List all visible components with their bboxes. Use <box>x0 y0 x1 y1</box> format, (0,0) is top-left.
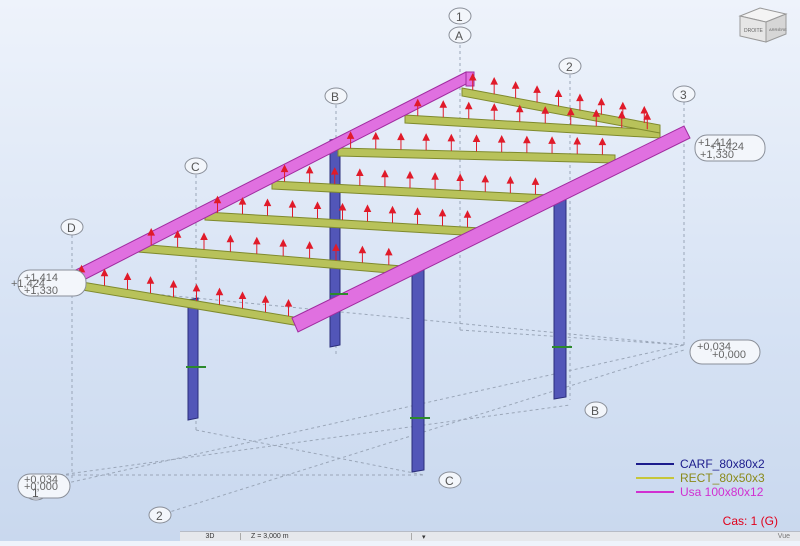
axis-label-D: D <box>67 221 76 235</box>
legend-swatch <box>636 463 674 465</box>
view-cube[interactable]: DROITE ARRIÈRE <box>736 4 790 44</box>
load-arrow-head <box>413 207 422 215</box>
load-arrow-head <box>497 135 506 143</box>
load-arrow-head <box>597 97 606 106</box>
load-arrow-head <box>472 134 481 142</box>
load-arrow-head <box>438 208 447 217</box>
load-arrow-head <box>431 172 439 180</box>
load-arrow-head <box>397 132 405 141</box>
load-arrow-head <box>388 205 397 214</box>
load-arrow-head <box>548 136 556 144</box>
legend-item: Usa 100x80x12 <box>636 485 786 499</box>
legend-item: CARF_80x80x2 <box>636 457 786 471</box>
load-arrow-head <box>279 238 288 247</box>
load-arrow-head <box>238 291 247 299</box>
axis-label-2: 2 <box>566 60 573 74</box>
load-arrow-head <box>439 100 448 108</box>
load-arrow-head <box>261 295 270 303</box>
load-arrow-head <box>533 85 541 93</box>
load-arrow-head <box>643 112 652 120</box>
axis-label-3: 3 <box>680 88 687 102</box>
load-arrow-head <box>554 89 563 97</box>
load-arrow-head <box>619 101 627 110</box>
load-arrow-head <box>422 133 430 141</box>
level-bottom-left-b: +0,000 <box>24 481 58 493</box>
load-arrow-head <box>252 236 261 245</box>
status-bar: 3D Z = 3,000 m ▾ Vue <box>180 531 800 541</box>
section-legend: CARF_80x80x2 RECT_80x50x3 Usa 100x80x12 <box>636 457 786 499</box>
load-arrow-head <box>313 201 322 210</box>
legend-item: RECT_80x50x3 <box>636 471 786 485</box>
load-arrow-head <box>617 110 626 119</box>
load-arrow-head <box>284 298 293 307</box>
axis-label-bottom-B: B <box>591 404 599 418</box>
load-arrow-head <box>464 101 473 110</box>
load-arrow-head <box>358 245 367 254</box>
load-arrow-head <box>305 241 314 249</box>
load-arrow-head <box>511 81 520 89</box>
load-arrow-head <box>146 276 155 284</box>
axis-label-bottom-C: C <box>445 474 454 488</box>
load-arrow-head <box>640 105 649 114</box>
load-arrow-head <box>305 165 314 174</box>
load-case-label: Cas: 1 (G) <box>722 514 778 528</box>
load-arrow-head <box>192 283 201 292</box>
load-arrow-head <box>490 103 499 111</box>
load-arrow-head <box>531 177 540 185</box>
load-arrow-head <box>226 234 235 243</box>
load-arrow-head <box>490 77 498 85</box>
load-arrow-head <box>576 93 584 102</box>
axis-label-C: C <box>191 160 200 174</box>
legend-swatch <box>636 477 674 479</box>
axis-label-A: A <box>455 29 463 43</box>
load-arrow-head <box>447 133 456 142</box>
chevron-down-icon[interactable]: ▾ <box>412 533 442 541</box>
load-arrow-head <box>356 168 364 176</box>
load-arrow-head <box>371 131 380 140</box>
load-arrow-head <box>463 210 472 218</box>
load-arrow-head <box>215 287 224 296</box>
load-arrow-head <box>384 247 393 256</box>
load-arrow-head <box>381 169 389 178</box>
load-arrow-head <box>288 199 297 208</box>
load-arrow-head <box>506 175 515 184</box>
load-arrow-head <box>263 198 272 207</box>
load-arrow-head <box>406 170 414 179</box>
view-mode[interactable]: 3D <box>180 533 241 540</box>
view-cube-right-label: ARRIÈRE <box>769 27 787 32</box>
level-right-mid-b: +0,000 <box>712 349 746 361</box>
load-arrow-head <box>573 136 582 145</box>
axis-label-1: 1 <box>456 10 463 24</box>
load-arrow-head <box>169 279 178 288</box>
legend-swatch <box>636 491 674 493</box>
level-left-c: +1,330 <box>24 285 58 297</box>
load-arrow-head <box>598 137 607 146</box>
axis-label-bottom-2: 2 <box>156 509 163 523</box>
legend-label: RECT_80x50x3 <box>680 471 765 485</box>
z-level[interactable]: Z = 3,000 m <box>241 533 412 540</box>
load-arrow-head <box>523 135 531 144</box>
level-right-top-c: +1,330 <box>700 149 734 161</box>
axis-label-B: B <box>331 90 339 104</box>
load-arrow-head <box>123 272 132 280</box>
load-arrow-head <box>456 173 464 182</box>
view-cube-front-label: DROITE <box>744 28 764 34</box>
load-arrow-head <box>200 232 208 240</box>
legend-label: CARF_80x80x2 <box>680 457 765 471</box>
view-name: Vue <box>777 533 790 540</box>
legend-label: Usa 100x80x12 <box>680 485 764 499</box>
load-arrow-head <box>481 174 490 183</box>
load-arrow-head <box>363 204 372 212</box>
